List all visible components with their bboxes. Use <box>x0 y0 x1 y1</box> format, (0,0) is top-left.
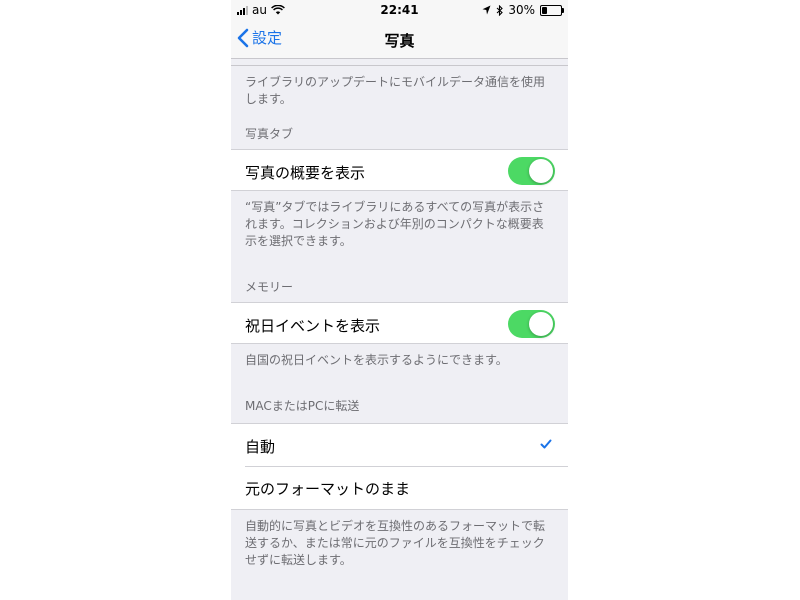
bluetooth-icon <box>496 4 504 16</box>
battery-icon <box>540 4 564 16</box>
toggle-knob <box>529 159 553 183</box>
transfer-option-automatic[interactable]: 自動 <box>231 423 568 466</box>
summarize-photos-toggle[interactable] <box>508 157 555 185</box>
status-right: 30% <box>482 3 564 17</box>
battery-fill <box>542 6 548 14</box>
location-arrow-icon <box>482 5 491 15</box>
battery-percent: 30% <box>508 3 535 17</box>
memories-footer: 自国の祝日イベントを表示するようにできます。 <box>245 353 508 367</box>
transfer-option-keep-originals-label: 元のフォーマットのまま <box>245 480 411 498</box>
page-title: 写真 <box>384 32 415 50</box>
checkmark-icon <box>540 439 552 449</box>
summarize-photos-row: 写真の概要を表示 <box>231 149 568 191</box>
photos-tab-footer: “写真”タブではライブラリにあるすべての写真が表示されます。コレクションおよび年… <box>245 200 545 248</box>
transfer-option-keep-originals[interactable]: 元のフォーマットのまま <box>231 466 568 510</box>
transfer-option-automatic-label: 自動 <box>245 438 276 456</box>
photos-tab-header: 写真タブ <box>245 127 294 141</box>
holiday-events-toggle[interactable] <box>508 310 555 338</box>
transfer-footer: 自動的に写真とビデオを互換性のあるフォーマットで転送するか、または常に元のファイ… <box>245 519 546 567</box>
holiday-events-row: 祝日イベントを表示 <box>231 302 568 344</box>
holiday-events-label: 祝日イベントを表示 <box>245 317 381 335</box>
memories-header: メモリー <box>245 280 294 294</box>
cellular-data-footer: ライブラリのアップデートにモバイルデータ通信を使用します。 <box>245 75 546 106</box>
toggle-knob <box>529 312 553 336</box>
phone-screen: au 22:41 30% 設定 写真 ライブラリのアップデートにモバイルデータ通… <box>231 0 568 600</box>
summarize-photos-label: 写真の概要を表示 <box>245 164 366 182</box>
settings-list: ライブラリのアップデートにモバイルデータ通信を使用します。 写真タブ 写真の概要… <box>231 59 568 569</box>
status-bar: au 22:41 30% <box>231 0 568 20</box>
navigation-bar: 設定 写真 <box>231 20 568 59</box>
transfer-header: MACまたはPCに転送 <box>245 399 360 413</box>
